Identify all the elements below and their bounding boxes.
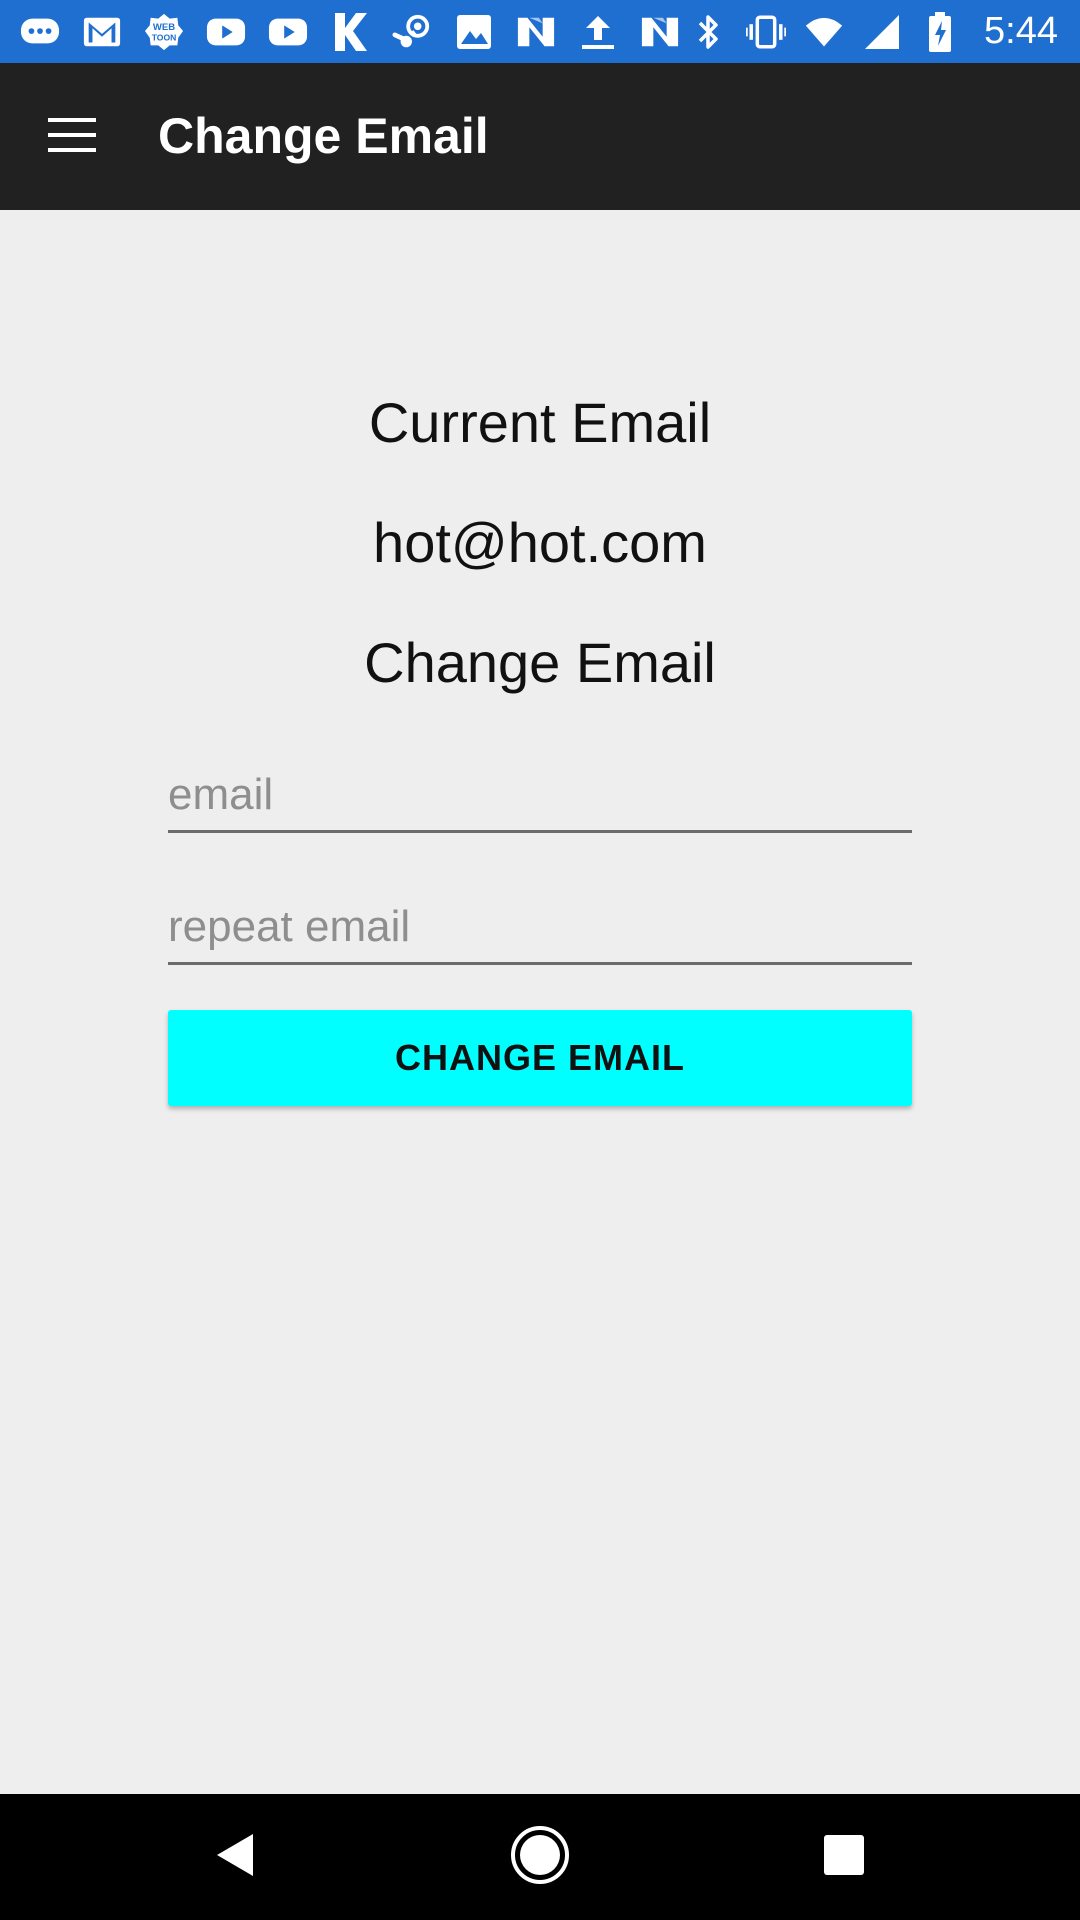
upload-icon (578, 12, 618, 52)
webtoon-icon: WEB TOON (144, 12, 184, 52)
repeat-email-input[interactable] (168, 882, 912, 962)
home-button[interactable] (510, 1825, 570, 1890)
youtube-icon (268, 12, 308, 52)
email-field (168, 750, 912, 833)
current-email-value: hot@hot.com (373, 511, 707, 574)
vibrate-icon (746, 12, 787, 52)
repeat-email-field (168, 882, 912, 965)
steam-icon (392, 12, 432, 52)
menu-button[interactable] (34, 103, 110, 171)
back-icon (213, 1830, 257, 1885)
navigation-bar (0, 1794, 1080, 1920)
current-email-label: Current Email (368, 391, 712, 454)
status-time: 5:44 (984, 10, 1058, 52)
status-bar: WEB TOON 5:44 (0, 0, 1080, 63)
svg-text:TOON: TOON (152, 32, 177, 42)
notification-icons: WEB TOON (20, 0, 680, 63)
gmail-icon (82, 12, 122, 52)
recents-button[interactable] (814, 1827, 874, 1887)
wifi-icon (804, 12, 844, 52)
svg-text:WEB: WEB (153, 22, 175, 33)
email-input[interactable] (168, 750, 912, 830)
signal-icon (862, 12, 902, 52)
system-status-icons: 5:44 (688, 0, 1058, 63)
change-email-label: Change Email (364, 631, 716, 694)
k-app-icon (330, 12, 370, 52)
youtube-icon (206, 12, 246, 52)
app-bar: Change Email (0, 63, 1080, 210)
image-icon (454, 12, 494, 52)
change-email-form: Current Email hot@hot.com Change Email C… (0, 210, 1080, 1794)
back-button[interactable] (205, 1827, 265, 1887)
change-email-button[interactable]: CHANGE EMAIL (168, 1010, 912, 1106)
hamburger-menu-icon (46, 116, 98, 159)
page-title: Change Email (158, 108, 489, 164)
n-app-icon (516, 12, 556, 52)
bluetooth-icon (688, 12, 728, 52)
recents-icon (822, 1833, 866, 1882)
home-icon (510, 1825, 570, 1890)
n-app-icon (640, 12, 680, 52)
battery-charging-icon (920, 11, 960, 52)
messages-icon (20, 12, 60, 52)
